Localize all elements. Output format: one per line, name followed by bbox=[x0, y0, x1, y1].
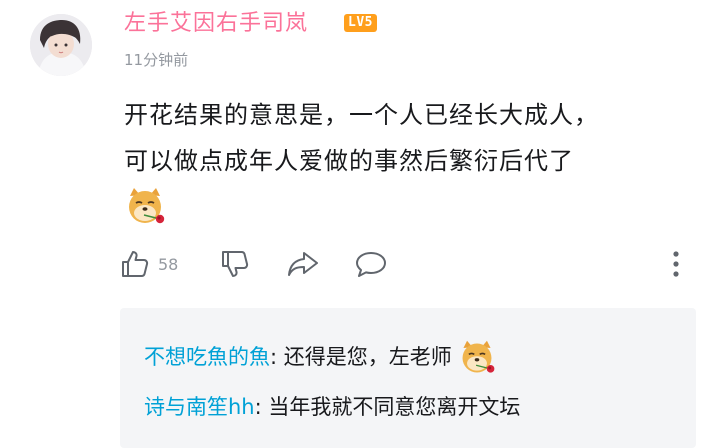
comment-time: 11分钟前 bbox=[124, 51, 189, 69]
share-icon bbox=[288, 252, 318, 276]
reply-username[interactable]: 不想吃魚的魚 bbox=[144, 345, 270, 369]
avatar[interactable] bbox=[30, 14, 92, 76]
doge-rose-icon bbox=[129, 188, 165, 224]
like-count: 58 bbox=[158, 254, 179, 274]
thumbs-down-icon bbox=[222, 251, 249, 277]
more-options-icon[interactable] bbox=[664, 246, 688, 282]
thumbs-up-icon bbox=[122, 251, 149, 277]
reply-button[interactable] bbox=[354, 244, 388, 284]
reply-separator: : bbox=[270, 345, 284, 369]
share-button[interactable] bbox=[286, 244, 320, 284]
dislike-button[interactable] bbox=[220, 244, 250, 284]
comment-line: 开花结果的意思是，一个人已经长大成人， bbox=[124, 101, 599, 129]
reply-item[interactable]: 不想吃魚的魚: 还得是您，左老师 bbox=[144, 339, 496, 377]
doge-rose-icon bbox=[462, 340, 495, 373]
reply-item[interactable]: 诗与南笙hh: 当年我就不同意您离开文坛 bbox=[144, 392, 520, 422]
level-badge: LV5 bbox=[344, 14, 377, 32]
username[interactable]: 左手艾因右手司岚 bbox=[124, 10, 308, 38]
comment-line: 可以做点成年人爱做的事然后繁衍后代了 bbox=[124, 147, 574, 175]
comment-bubble-icon bbox=[356, 252, 386, 277]
avatar-image bbox=[30, 14, 92, 76]
reply-text: 还得是您，左老师 bbox=[283, 345, 452, 369]
like-button[interactable]: 58 bbox=[120, 244, 178, 284]
reply-username[interactable]: 诗与南笙hh bbox=[144, 395, 255, 419]
replies-panel[interactable]: 不想吃魚的魚: 还得是您，左老师 诗与南笙hh: 当年我就不同意您离开文坛 bbox=[120, 308, 696, 448]
reply-separator: : bbox=[254, 395, 269, 419]
comment-content: 开花结果的意思是，一个人已经长大成人， 可以做点成年人爱做的事然后繁衍后代了 bbox=[124, 92, 704, 184]
reply-text: 当年我就不同意您离开文坛 bbox=[268, 395, 521, 419]
